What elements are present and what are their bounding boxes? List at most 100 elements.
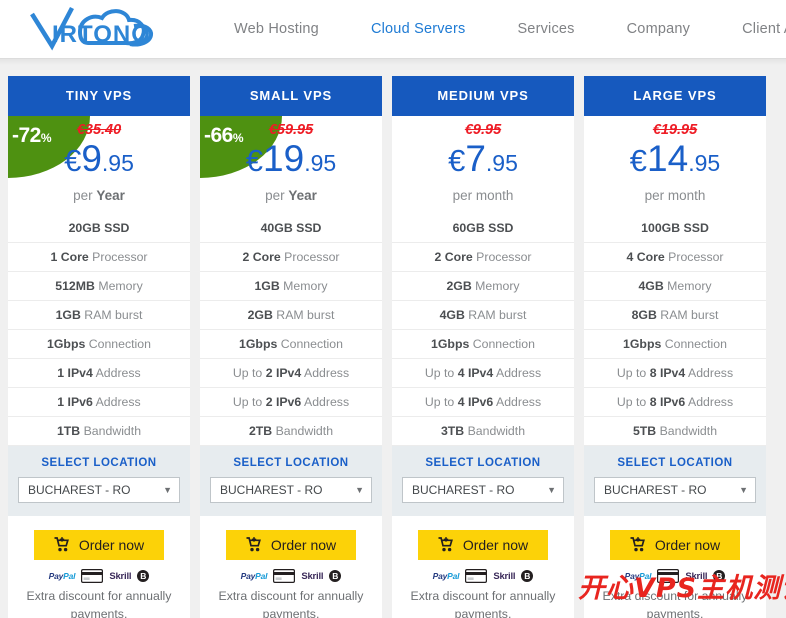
plan-title: LARGE VPS [584,76,766,116]
location-selector-box: SELECT LOCATION BUCHAREST - RO ▼ [584,445,766,516]
plan-specs-list: 100GB SSD 4 Core Processor 4GB Memory 8G… [584,219,766,445]
location-select[interactable]: BUCHAREST - RO ▼ [18,477,180,503]
spec-row: 1Gbps Connection [584,329,766,358]
price-cents: .95 [102,150,134,176]
price-whole: 19 [263,138,304,179]
spec-highlight: 2GB [248,308,273,322]
spec-highlight: 1Gbps [431,337,469,351]
site-logo[interactable]: IRTONO [0,0,200,59]
billing-period: per month [584,188,766,203]
spec-row: 2 Core Processor [392,242,574,271]
chevron-down-icon: ▼ [163,485,172,495]
plan-title: MEDIUM VPS [392,76,574,116]
spec-highlight: 1 IPv6 [57,395,93,409]
spec-highlight: 1GB [56,308,81,322]
spec-row: 2GB RAM burst [200,300,382,329]
spec-highlight: 2TB [249,424,272,438]
billing-period-prefix: per month [645,188,706,203]
original-price: €9.95 [392,123,574,139]
nav-item-cloud-servers[interactable]: Cloud Servers [345,21,491,37]
location-label: SELECT LOCATION [18,457,180,469]
spec-highlight: 3TB [441,424,464,438]
current-price: €7.95 [392,140,574,177]
spec-highlight: 2 Core [242,250,280,264]
spec-prefix: Up to [617,395,650,409]
order-box: Order now PayPal Skrill B Extra discount… [8,516,190,618]
price-block: -72 % €35.40 €9.95 per Year [8,116,190,219]
main-navigation: Web Hosting Cloud Servers Services Compa… [208,21,786,37]
order-box: Order now PayPal Skrill B Extra discount… [584,516,766,618]
location-select[interactable]: BUCHAREST - RO ▼ [210,477,372,503]
spec-text: Connection [469,337,535,351]
spec-highlight: 1GB [254,279,279,293]
spec-text: Address [685,395,733,409]
shopping-cart-icon [246,537,262,552]
nav-item-client-area[interactable]: Client Area [716,21,786,37]
price-whole: 7 [465,138,486,179]
spec-row: 3TB Bandwidth [392,416,574,445]
credit-card-icon [657,569,679,583]
billing-period-unit: Year [288,188,317,203]
plan-title: TINY VPS [8,76,190,116]
spec-highlight: 5TB [633,424,656,438]
plan-card: LARGE VPS €19.95 €14.95 per month 100GB … [584,76,766,618]
nav-item-company[interactable]: Company [601,21,716,37]
spec-highlight: 2GB [446,279,471,293]
spec-text: Processor [281,250,340,264]
spec-row: 1 IPv6 Address [8,387,190,416]
order-now-button[interactable]: Order now [610,530,740,560]
spec-row: Up to 4 IPv6 Address [392,387,574,416]
spec-row: 1GB Memory [200,271,382,300]
spec-text: Connection [661,337,727,351]
spec-text: Bandwidth [80,424,141,438]
spec-text: Connection [85,337,151,351]
spec-highlight: 100GB SSD [641,221,709,235]
plan-specs-list: 40GB SSD 2 Core Processor 1GB Memory 2GB… [200,219,382,445]
spec-row: 100GB SSD [584,219,766,242]
location-selector-box: SELECT LOCATION BUCHAREST - RO ▼ [392,445,574,516]
order-now-button[interactable]: Order now [34,530,164,560]
currency-symbol: € [630,143,647,178]
spec-row: 4GB RAM burst [392,300,574,329]
payment-methods: PayPal Skrill B [8,569,190,583]
payment-methods: PayPal Skrill B [584,569,766,583]
spec-text: RAM burst [657,308,719,322]
plan-specs-list: 20GB SSD 1 Core Processor 512MB Memory 1… [8,219,190,445]
location-selected-value: BUCHAREST - RO [28,483,130,497]
spec-row: 1 IPv4 Address [8,358,190,387]
plan-card: TINY VPS -72 % €35.40 €9.95 per Year 20G… [8,76,190,618]
spec-text: Address [685,366,733,380]
billing-period: per month [392,188,574,203]
spec-text: Bandwidth [656,424,717,438]
location-select[interactable]: BUCHAREST - RO ▼ [402,477,564,503]
spec-text: Memory [472,279,520,293]
spec-highlight: 2 Core [434,250,472,264]
paypal-icon: PayPal [433,571,460,581]
current-price: €14.95 [584,140,766,177]
spec-row: 1Gbps Connection [200,329,382,358]
spec-row: 60GB SSD [392,219,574,242]
spec-text: Address [301,366,349,380]
skrill-icon: Skrill [685,571,707,582]
chevron-down-icon: ▼ [547,485,556,495]
nav-item-web-hosting[interactable]: Web Hosting [208,21,345,37]
spec-highlight: 4 Core [626,250,664,264]
location-select[interactable]: BUCHAREST - RO ▼ [594,477,756,503]
spec-text: Bandwidth [272,424,333,438]
skrill-icon: Skrill [493,571,515,582]
spec-row: 1Gbps Connection [8,329,190,358]
order-now-button[interactable]: Order now [418,530,548,560]
spec-row: 1TB Bandwidth [8,416,190,445]
location-selected-value: BUCHAREST - RO [604,483,706,497]
nav-item-services[interactable]: Services [491,21,600,37]
spec-highlight: 2 IPv6 [266,395,302,409]
currency-symbol: € [246,143,263,178]
price-block: €9.95 €7.95 per month [392,116,574,219]
chevron-down-icon: ▼ [739,485,748,495]
spec-highlight: 1Gbps [239,337,277,351]
spec-highlight: 512MB [55,279,95,293]
location-selector-box: SELECT LOCATION BUCHAREST - RO ▼ [200,445,382,516]
order-now-button[interactable]: Order now [226,530,356,560]
order-box: Order now PayPal Skrill B Extra discount… [200,516,382,618]
spec-highlight: 20GB SSD [69,221,130,235]
